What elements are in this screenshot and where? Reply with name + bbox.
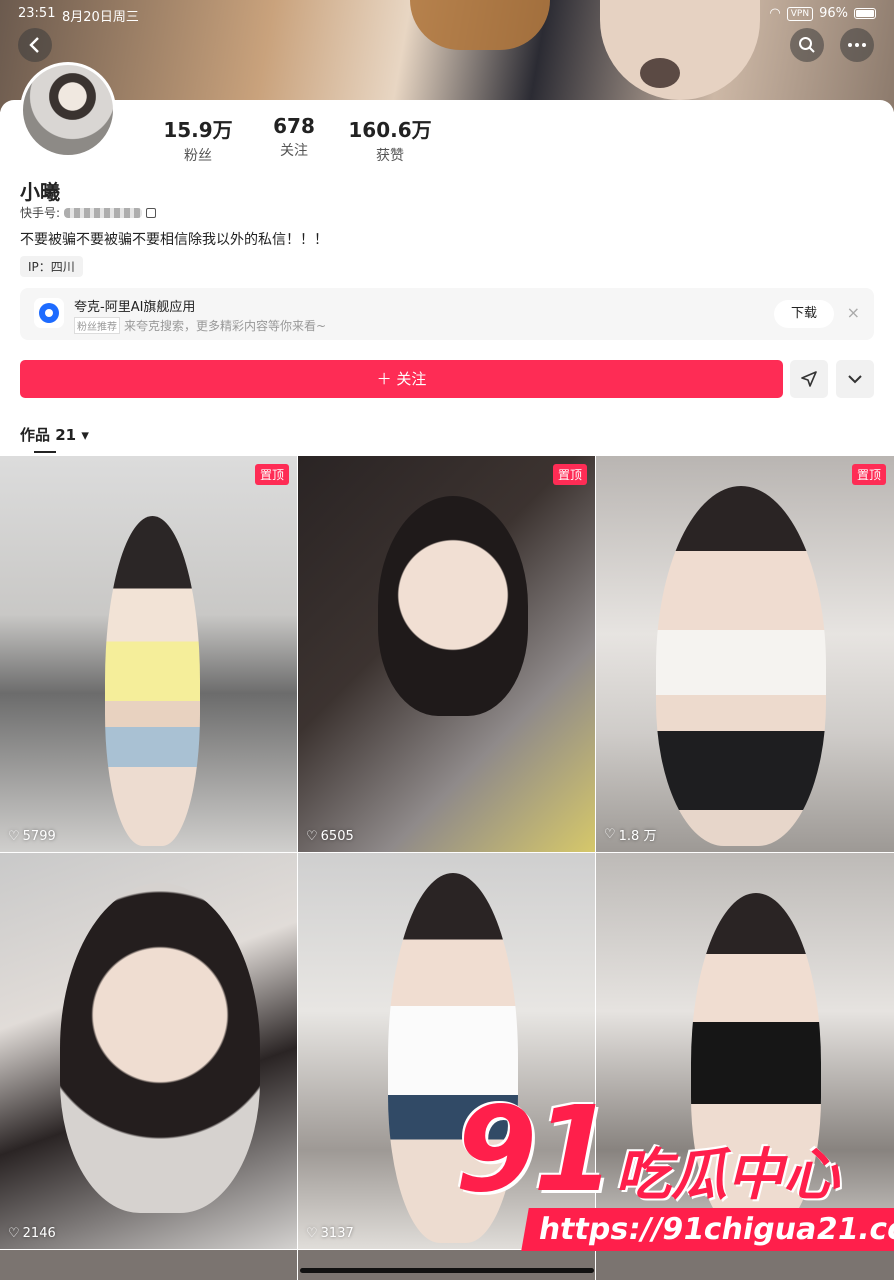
tab-works-label: 作品 21 — [20, 426, 77, 444]
wifi-icon: ◠ — [769, 6, 781, 21]
pinned-badge: 置顶 — [851, 464, 886, 485]
likes-value: 6505 — [320, 829, 354, 844]
video-tile[interactable]: 置顶 ♡ 6505 — [298, 456, 595, 852]
heart-icon: ♡ — [8, 829, 20, 844]
stat-label: 关注 — [280, 143, 308, 159]
battery-percent: 96% — [819, 6, 848, 21]
watermark-text: 吃瓜中心 — [615, 1143, 839, 1208]
battery-icon — [854, 8, 876, 19]
profile-name: 小曦 — [20, 180, 60, 204]
likes-value: 3137 — [320, 1226, 354, 1241]
video-tile[interactable]: ♡ 2146 — [0, 853, 297, 1249]
ad-title: 夸克-阿里AI旗舰应用 — [74, 300, 196, 315]
stat-label: 获赞 — [376, 148, 404, 164]
stat-likes[interactable]: 160.6万 获赞 — [342, 114, 438, 165]
stat-following[interactable]: 678 关注 — [246, 114, 342, 165]
send-icon — [801, 371, 817, 387]
heart-icon: ♡ — [306, 1226, 318, 1241]
back-button[interactable] — [18, 28, 52, 62]
likes-value: 2146 — [22, 1226, 56, 1241]
video-thumbnail-figure — [378, 496, 528, 716]
likes-value: 1.8 万 — [618, 829, 657, 844]
heart-icon: ♡ — [8, 1226, 20, 1241]
more-dots-icon — [848, 43, 866, 47]
ad-subtitle: 来夸克搜索，更多精彩内容等你来看~ — [124, 319, 327, 333]
search-button[interactable] — [790, 28, 824, 62]
status-bar: 23:51 8月20日周三 ◠ VPN 96% — [0, 4, 894, 25]
more-button[interactable] — [840, 28, 874, 62]
profile-bio: 不要被骗不要被骗不要相信除我以外的私信！！！ — [20, 232, 328, 248]
pinned-badge: 置顶 — [254, 464, 289, 485]
chevron-down-icon — [848, 375, 862, 384]
watermark-number: 91 — [455, 1080, 615, 1218]
pinned-badge: 置顶 — [552, 464, 587, 485]
download-button[interactable]: 下载 — [774, 300, 834, 328]
kuaishou-id-label: 快手号: — [20, 206, 61, 220]
stat-value: 678 — [273, 114, 315, 138]
video-thumbnail-figure — [656, 486, 826, 846]
vpn-badge: VPN — [786, 6, 814, 21]
profile-stats: 15.9万 粉丝 678 关注 160.6万 获赞 — [150, 114, 438, 165]
expand-button[interactable] — [836, 360, 874, 398]
likes-count: ♡ 3137 — [306, 1226, 354, 1241]
quark-logo-icon — [34, 298, 64, 328]
avatar[interactable] — [20, 62, 116, 158]
tab-works[interactable]: 作品 21 ▾ — [20, 424, 89, 445]
chevron-left-icon — [29, 37, 39, 53]
kuaishou-id: 快手号: — [20, 204, 157, 221]
stat-label: 粉丝 — [184, 148, 212, 164]
dropdown-arrow-icon: ▾ — [81, 426, 89, 444]
status-date: 8月20日周三 — [62, 10, 139, 25]
app-ad-banner[interactable]: 夸克-阿里AI旗舰应用 粉丝推荐 来夸克搜索，更多精彩内容等你来看~ 下载 × — [20, 288, 874, 340]
video-tile[interactable] — [0, 1250, 297, 1280]
video-thumbnail-figure — [105, 516, 200, 846]
video-tile[interactable]: 置顶 ♡ 5799 — [0, 456, 297, 852]
share-button[interactable] — [790, 360, 828, 398]
stat-value: 15.9万 — [163, 118, 233, 142]
watermark: 91 吃瓜中心 https://91chigua21.com — [455, 1080, 894, 1260]
home-indicator[interactable] — [300, 1268, 594, 1273]
follow-button[interactable]: ＋ 关注 — [20, 360, 783, 398]
search-icon — [799, 37, 815, 53]
likes-count: ♡ 1.8 万 — [604, 825, 656, 844]
ip-location: IP：四川 — [20, 256, 83, 277]
stat-value: 160.6万 — [348, 118, 432, 142]
stat-followers[interactable]: 15.9万 粉丝 — [150, 114, 246, 165]
copy-icon[interactable] — [146, 207, 157, 218]
status-right: ◠ VPN 96% — [769, 6, 876, 21]
ad-subtitle-row: 粉丝推荐 来夸克搜索，更多精彩内容等你来看~ — [74, 317, 326, 334]
likes-count: ♡ 2146 — [8, 1226, 56, 1241]
likes-count: ♡ 5799 — [8, 829, 56, 844]
watermark-url: https://91chigua21.com — [521, 1208, 894, 1251]
banner-shape — [640, 58, 680, 88]
likes-count: ♡ 6505 — [306, 829, 354, 844]
kuaishou-id-blurred — [64, 207, 143, 218]
tab-underline — [34, 451, 56, 453]
video-thumbnail-figure — [60, 883, 260, 1213]
heart-icon: ♡ — [306, 829, 318, 844]
status-time: 23:51 — [18, 6, 56, 21]
heart-icon: ♡ — [604, 827, 616, 842]
close-icon[interactable]: × — [847, 303, 860, 322]
ad-tag: 粉丝推荐 — [74, 317, 120, 334]
video-tile[interactable]: 置顶 ♡ 1.8 万 — [596, 456, 894, 852]
likes-value: 5799 — [22, 829, 56, 844]
